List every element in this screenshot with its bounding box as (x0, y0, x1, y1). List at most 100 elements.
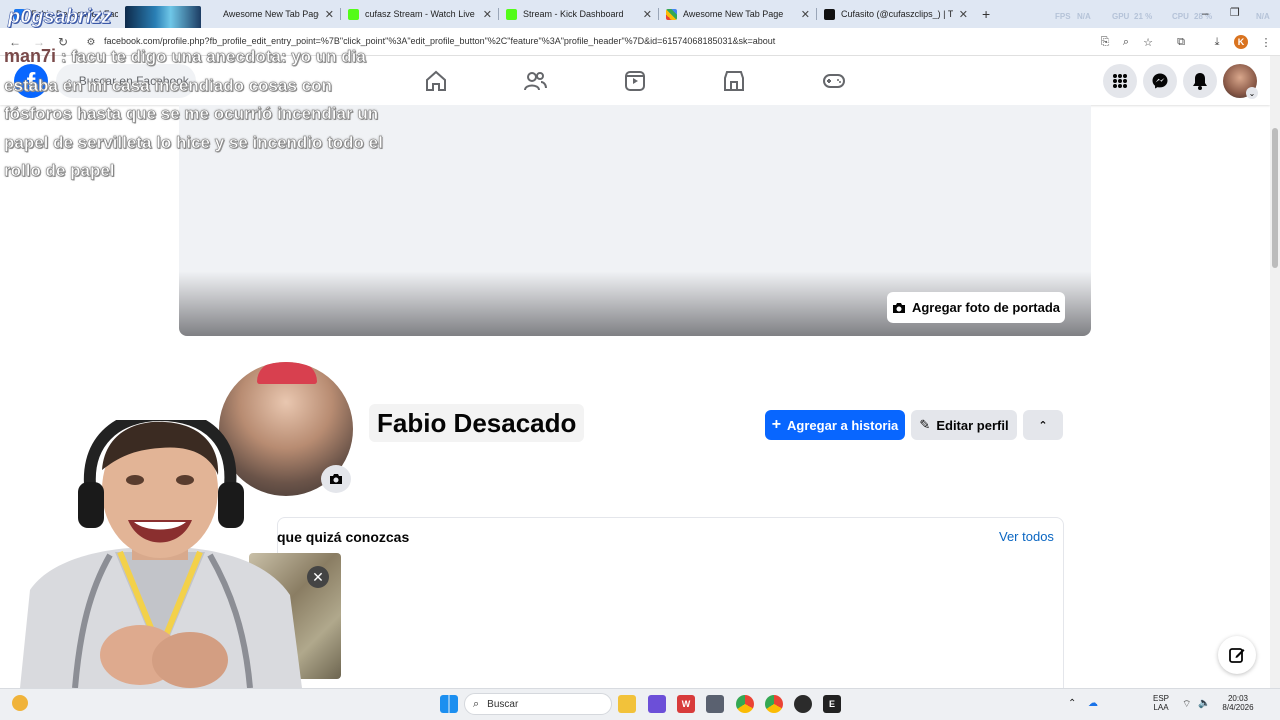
epic-games-icon[interactable]: E (823, 695, 841, 713)
file-explorer-icon[interactable] (618, 695, 636, 713)
close-tab-icon[interactable]: ✕ (483, 8, 492, 21)
download-icon[interactable]: ⤓ (1209, 34, 1225, 50)
chevron-down-icon[interactable]: ⌄ (1246, 87, 1258, 99)
tray-chevron-up-icon[interactable]: ⌃ (1068, 698, 1076, 709)
office-app-icon[interactable]: W (677, 695, 695, 713)
extra-stat-value: N/A (1256, 12, 1270, 21)
tab-separator (498, 8, 499, 20)
taskbar-search-input[interactable]: ⌕ Buscar (464, 693, 612, 715)
close-tab-icon[interactable]: ✕ (325, 8, 334, 21)
minimize-window-icon[interactable]: – (1202, 6, 1209, 20)
chat-text-line-3: fósforos hasta que se me ocurrió incendi… (4, 104, 379, 123)
store-app-icon[interactable] (648, 695, 666, 713)
edit-profile-button[interactable]: ✎ Editar perfil (911, 410, 1017, 440)
chat-line: man7i : facu te digo una anecdota: yo un… (4, 42, 424, 72)
extensions-icon[interactable]: ⧉ (1173, 34, 1189, 50)
add-to-story-button[interactable]: + Agregar a historia (765, 410, 905, 440)
tab-new-tab-2[interactable]: Awesome New Tab Page ✕ (660, 0, 816, 28)
clock-time: 20:03 (1227, 694, 1249, 703)
tab-tiktok[interactable]: Cufasito (@cufaszclips_) | TikTo ✕ (818, 0, 974, 28)
menu-grid-button[interactable] (1103, 64, 1137, 98)
see-all-link[interactable]: Ver todos (999, 529, 1054, 544)
add-to-story-label: Agregar a historia (787, 417, 899, 433)
overlay-streamer-tag: p0gsabrizz (8, 6, 112, 29)
close-tab-icon[interactable]: ✕ (959, 8, 968, 21)
more-options-button[interactable]: ⌃ (1023, 410, 1063, 440)
tab-new-tab-1[interactable]: Awesome New Tab Page ✕ (200, 0, 340, 28)
bookmark-star-icon[interactable]: ☆ (1140, 34, 1156, 50)
search-icon: ⌕ (473, 697, 480, 710)
home-icon[interactable] (424, 69, 448, 93)
cpu-label: CPU (1172, 12, 1189, 21)
start-windows-icon[interactable] (440, 695, 458, 713)
chat-text-line-1: : facu te digo una anecdota: yo un dia (60, 47, 367, 67)
obs-icon[interactable] (794, 695, 812, 713)
change-profile-picture-button[interactable] (321, 465, 351, 493)
tab-separator (658, 8, 659, 20)
menu-kebab-icon[interactable]: ⋮ (1258, 34, 1274, 50)
tab-title: Cufasito (@cufaszclips_) | TikTo (841, 9, 953, 19)
chat-username: man7i (4, 46, 57, 66)
close-tab-icon[interactable]: ✕ (643, 8, 652, 21)
chat-text-line-2: estaba en mi casa incendiado cosas con (4, 75, 332, 95)
notifications-button[interactable] (1183, 64, 1217, 98)
compose-icon (1229, 648, 1245, 663)
restore-window-icon[interactable]: ❐ (1230, 6, 1240, 19)
plus-icon: + (771, 416, 782, 433)
scrollbar-thumb[interactable] (1272, 128, 1278, 268)
tab-separator (340, 8, 341, 20)
clock-date: 8/4/2026 (1222, 703, 1254, 712)
new-message-button[interactable] (1218, 636, 1256, 674)
zoom-icon[interactable]: ⌕ (1118, 34, 1134, 50)
friends-icon[interactable] (523, 69, 547, 93)
onedrive-icon[interactable]: ☁ (1088, 698, 1098, 709)
clock[interactable]: 20:03 8/4/2026 (1214, 694, 1262, 712)
gpu-label: GPU (1112, 12, 1130, 21)
new-tab-button[interactable]: + (982, 6, 990, 22)
close-icon[interactable]: ✕ (307, 566, 329, 588)
language-bottom: LAA (1153, 703, 1169, 712)
edit-profile-label: Editar perfil (936, 417, 1009, 433)
bell-icon (1193, 73, 1207, 90)
add-cover-photo-label: Agregar foto de portada (911, 300, 1061, 315)
chrome-profile-avatar[interactable]: K (1234, 35, 1248, 49)
language-top: ESP (1152, 694, 1169, 703)
add-cover-photo-button[interactable]: Agregar foto de portada (887, 292, 1065, 323)
gpu-value: 21 % (1134, 12, 1153, 21)
tab-title: Stream - Kick Dashboard (523, 9, 624, 19)
video-icon[interactable] (623, 69, 647, 93)
install-app-icon[interactable]: ⎘ (1097, 34, 1113, 50)
chat-text-line-4: papel de servilleta lo hice y se incendi… (4, 132, 383, 152)
tab-kick-dashboard[interactable]: Stream - Kick Dashboard ✕ (500, 0, 658, 28)
webcam-overlay (20, 420, 302, 688)
profile-name: Fabio Desacado (369, 404, 585, 442)
pencil-icon: ✎ (919, 417, 931, 432)
tab-separator (816, 8, 817, 20)
taskbar-search-label: Buscar (487, 698, 519, 710)
store-bag-icon[interactable] (706, 695, 724, 713)
weather-widget-icon[interactable] (12, 695, 28, 711)
chrome-active-icon[interactable] (765, 695, 783, 713)
tiktok-favicon-icon (824, 8, 835, 20)
gaming-icon[interactable] (822, 69, 846, 93)
close-tab-icon[interactable]: ✕ (801, 8, 810, 21)
cap-shape (257, 362, 317, 384)
newtab-favicon-icon (206, 9, 217, 20)
volume-icon[interactable]: 🔈 (1198, 698, 1210, 709)
chrome-icon[interactable] (736, 695, 754, 713)
language-indicator[interactable]: ESP LAA (1150, 694, 1172, 712)
fps-value: N/A (1077, 12, 1091, 21)
kick-favicon-icon (506, 8, 517, 20)
camera-icon (892, 302, 905, 313)
fps-label: FPS (1055, 12, 1071, 21)
kick-favicon-icon (348, 8, 359, 20)
overlay-chat-message: man7i : facu te digo una anecdota: yo un… (4, 42, 424, 186)
tab-title: Awesome New Tab Page (683, 9, 784, 19)
tab-kick-stream[interactable]: cufasz Stream - Watch Live on ✕ (342, 0, 498, 28)
wifi-icon[interactable]: ⌔ (1182, 698, 1191, 711)
messenger-button[interactable] (1143, 64, 1177, 98)
marketplace-icon[interactable] (722, 69, 746, 93)
tab-title: cufasz Stream - Watch Live on (365, 9, 477, 19)
messenger-icon (1152, 73, 1168, 89)
browser-tab-strip: Fabio Desacado | Face Awesome New Tab Pa… (0, 0, 1280, 31)
